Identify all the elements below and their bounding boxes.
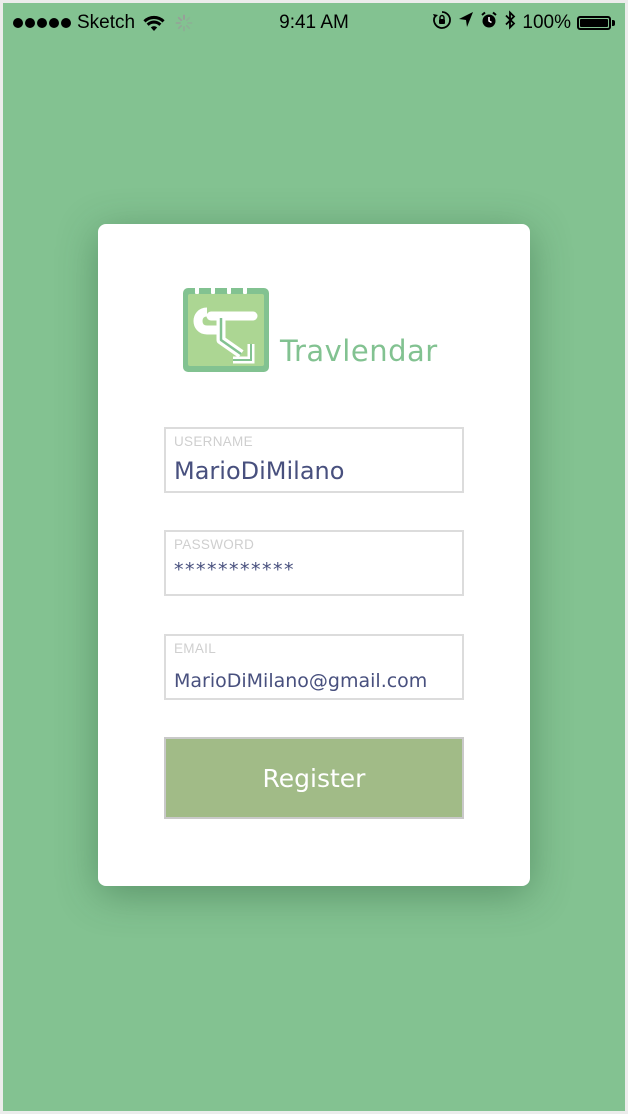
username-label: USERNAME [174, 434, 253, 449]
password-label: PASSWORD [174, 537, 255, 552]
email-value: MarioDiMilano@gmail.com [174, 670, 428, 692]
battery-percent: 100% [522, 12, 571, 33]
app-name: Travlendar [280, 334, 438, 368]
register-card: Travlendar USERNAME MarioDiMilano PASSWO… [98, 224, 530, 886]
email-field[interactable]: EMAIL MarioDiMilano@gmail.com [164, 634, 464, 700]
location-arrow-icon [458, 11, 474, 35]
app-logo: Travlendar [181, 282, 451, 378]
email-label: EMAIL [174, 641, 217, 656]
register-button[interactable]: Register [164, 737, 464, 819]
app-screen: Sketch 9:41 AM 100% Travlendar USERNAME … [3, 3, 625, 1111]
password-field[interactable]: PASSWORD *********** [164, 530, 464, 596]
orientation-lock-icon [432, 10, 452, 36]
battery-icon [577, 16, 615, 30]
username-value: MarioDiMilano [174, 457, 345, 485]
password-value: *********** [174, 559, 295, 581]
username-field[interactable]: USERNAME MarioDiMilano [164, 427, 464, 493]
status-bar: Sketch 9:41 AM 100% [3, 3, 625, 43]
alarm-icon [480, 11, 498, 35]
status-right: 100% [432, 10, 615, 36]
calendar-route-icon [181, 282, 271, 377]
bluetooth-icon [504, 10, 516, 36]
